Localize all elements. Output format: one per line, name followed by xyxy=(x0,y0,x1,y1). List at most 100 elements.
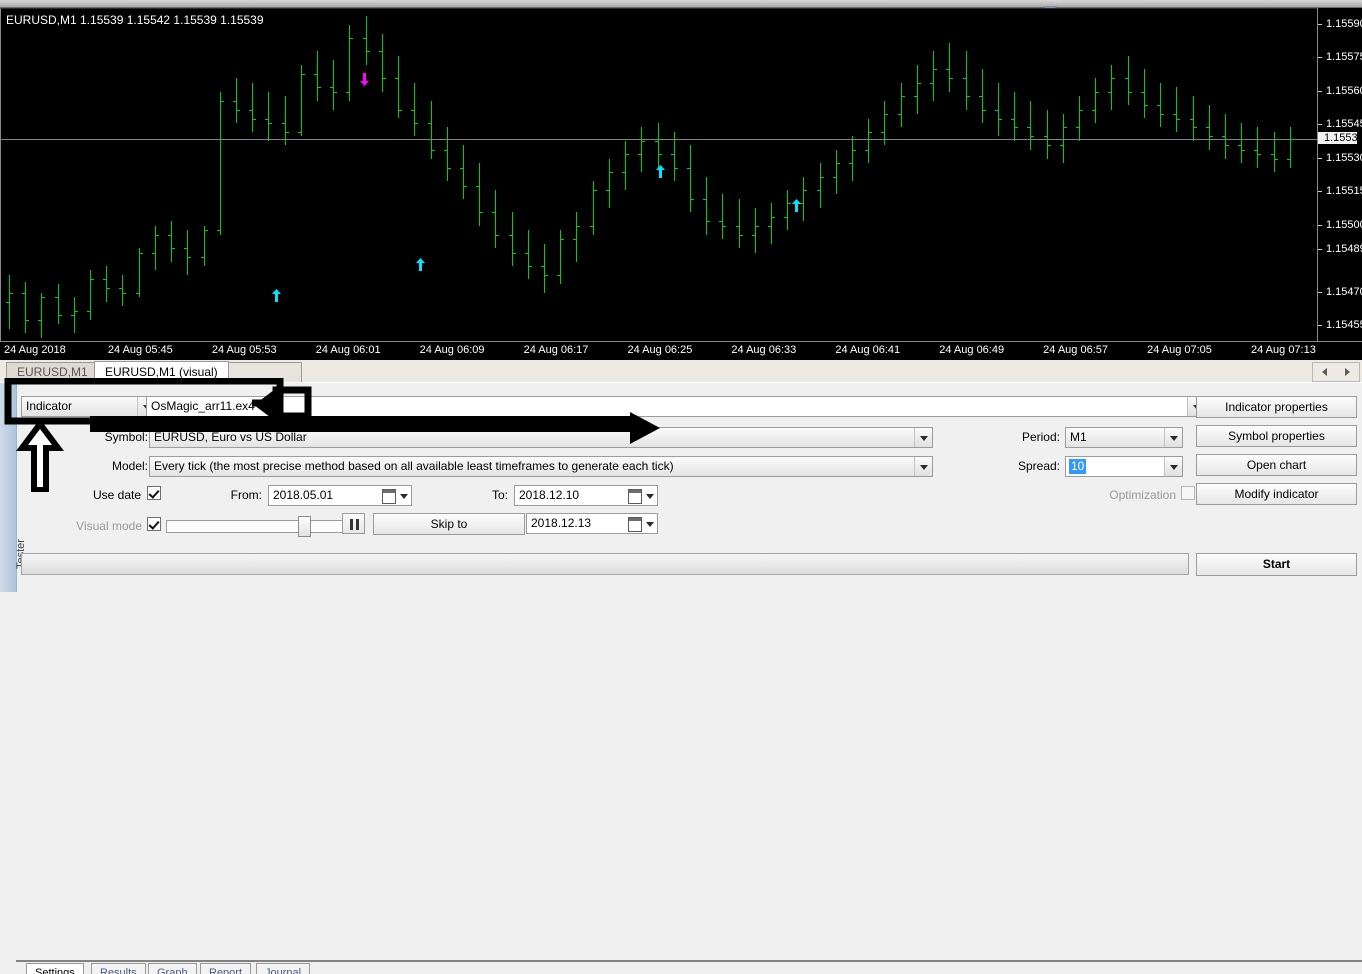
ohlc-bar xyxy=(155,226,156,271)
ohlc-close-tick xyxy=(10,293,13,294)
use-date-label: Use date xyxy=(86,488,141,502)
ohlc-close-tick xyxy=(75,311,78,312)
scroll-right-icon[interactable] xyxy=(1345,368,1350,376)
ohlc-open-tick xyxy=(525,253,528,254)
ohlc-close-tick xyxy=(1145,105,1148,106)
ohlc-bar xyxy=(106,266,107,302)
calendar-icon[interactable] xyxy=(382,489,396,504)
ohlc-close-tick xyxy=(334,92,337,93)
to-date-field[interactable]: 2018.12.10 xyxy=(514,485,658,506)
tab-results[interactable]: Results xyxy=(91,963,146,974)
ohlc-bar xyxy=(576,212,577,261)
tab-eurusd-m1[interactable]: EURUSD,M1 xyxy=(6,362,99,382)
ohlc-open-tick xyxy=(655,141,658,142)
ohlc-close-tick xyxy=(675,168,678,169)
tester-bottom-divider xyxy=(16,960,1362,962)
expert-type-select[interactable]: Indicator xyxy=(21,396,156,417)
indicator-properties-button[interactable]: Indicator properties xyxy=(1196,396,1357,418)
tab-graph[interactable]: Graph xyxy=(148,963,197,974)
chevron-down-icon[interactable] xyxy=(1164,428,1182,447)
price-tick-label: 1.15590 xyxy=(1326,18,1362,30)
chevron-down-icon[interactable] xyxy=(914,457,932,476)
ohlc-open-tick xyxy=(1108,92,1111,93)
time-tick-label: 24 Aug 06:01 xyxy=(316,344,381,356)
ohlc-open-tick xyxy=(136,293,139,294)
ohlc-close-tick xyxy=(383,78,386,79)
scroll-left-icon[interactable] xyxy=(1322,368,1327,376)
ohlc-bar xyxy=(625,141,626,190)
price-tick xyxy=(1318,24,1322,25)
price-chart-canvas[interactable]: EURUSD,M1 1.15539 1.15542 1.15539 1.1553… xyxy=(0,8,1318,342)
ohlc-bar xyxy=(479,163,480,226)
use-date-checkbox[interactable] xyxy=(147,486,161,500)
time-tick-label: 24 Aug 06:41 xyxy=(835,344,900,356)
ohlc-bar xyxy=(852,136,853,181)
chevron-down-icon[interactable] xyxy=(1164,457,1182,476)
modify-indicator-button[interactable]: Modify indicator xyxy=(1196,483,1357,505)
model-select[interactable]: Every tick (the most precise method base… xyxy=(149,456,933,477)
chevron-down-icon[interactable] xyxy=(400,494,408,499)
ohlc-bar xyxy=(90,270,91,319)
skip-to-label: Skip to xyxy=(374,514,524,534)
time-tick-label: 24 Aug 05:53 xyxy=(212,344,277,356)
visual-mode-checkbox[interactable] xyxy=(147,517,161,531)
ohlc-close-tick xyxy=(1275,159,1278,160)
ohlc-close-tick xyxy=(464,186,467,187)
ohlc-open-tick xyxy=(184,248,187,249)
calendar-icon[interactable] xyxy=(628,517,642,532)
ohlc-bar xyxy=(1128,56,1129,105)
skip-to-date-field[interactable]: 2018.12.13 xyxy=(526,513,658,534)
ohlc-bar xyxy=(609,159,610,208)
tab-eurusd-m1-visual[interactable]: EURUSD,M1 (visual) xyxy=(94,361,229,383)
skip-to-button[interactable]: Skip to xyxy=(373,513,525,535)
price-tick-label: 1.15530 xyxy=(1326,152,1362,164)
ohlc-bar xyxy=(495,190,496,248)
pause-button[interactable] xyxy=(342,513,365,534)
tab-settings[interactable]: Settings xyxy=(26,963,84,974)
symbol-properties-button[interactable]: Symbol properties xyxy=(1196,425,1357,447)
chevron-down-icon[interactable] xyxy=(646,494,654,499)
optimization-checkbox[interactable] xyxy=(1181,486,1195,500)
expert-file-value: OsMagic_arr11.ex4 xyxy=(151,399,255,413)
expert-file-select[interactable]: OsMagic_arr11.ex4 xyxy=(146,396,1206,417)
tab-journal[interactable]: Journal xyxy=(256,963,310,974)
chart-tab-strip: EURUSD,M1 EURUSD,M1 (visual) xyxy=(0,360,1362,383)
ohlc-bar xyxy=(414,83,415,137)
price-axis[interactable]: 1.155901.155751.155601.155451.155301.155… xyxy=(1317,8,1362,341)
chevron-down-icon[interactable] xyxy=(914,428,932,447)
period-select[interactable]: M1 xyxy=(1065,427,1183,448)
time-axis: 24 Aug 201824 Aug 05:4524 Aug 05:5324 Au… xyxy=(0,341,1362,361)
start-label: Start xyxy=(1197,554,1356,575)
ohlc-bar xyxy=(204,226,205,266)
ohlc-open-tick xyxy=(1173,114,1176,115)
ohlc-bar xyxy=(1274,132,1275,172)
chevron-down-icon[interactable] xyxy=(646,522,654,527)
ohlc-bar xyxy=(1030,101,1031,150)
visual-speed-slider-thumb[interactable] xyxy=(298,516,311,537)
open-chart-button[interactable]: Open chart xyxy=(1196,454,1357,476)
ohlc-close-tick xyxy=(756,226,759,227)
to-date-value: 2018.12.10 xyxy=(519,488,579,502)
visual-speed-slider-track[interactable] xyxy=(166,520,346,533)
ohlc-close-tick xyxy=(967,96,970,97)
ohlc-open-tick xyxy=(476,186,479,187)
ohlc-bar xyxy=(366,16,367,65)
ohlc-close-tick xyxy=(885,114,888,115)
ohlc-close-tick xyxy=(1015,127,1018,128)
ohlc-close-tick xyxy=(399,110,402,111)
ohlc-close-tick xyxy=(659,154,662,155)
from-date-field[interactable]: 2018.05.01 xyxy=(268,485,412,506)
tab-empty-slot[interactable] xyxy=(228,362,302,382)
ohlc-close-tick xyxy=(367,51,370,52)
tab-report[interactable]: Report xyxy=(200,963,251,974)
tab-scroll-controls[interactable] xyxy=(1312,362,1360,382)
ohlc-close-tick xyxy=(529,266,532,267)
ohlc-bar xyxy=(949,43,950,92)
symbol-select[interactable]: EURUSD, Euro vs US Dollar xyxy=(149,427,933,448)
ohlc-close-tick xyxy=(172,248,175,249)
start-button[interactable]: Start xyxy=(1196,553,1357,576)
ohlc-bar xyxy=(884,101,885,146)
spread-select[interactable]: 10 xyxy=(1065,456,1183,477)
calendar-icon[interactable] xyxy=(628,489,642,504)
ohlc-open-tick xyxy=(71,315,74,316)
